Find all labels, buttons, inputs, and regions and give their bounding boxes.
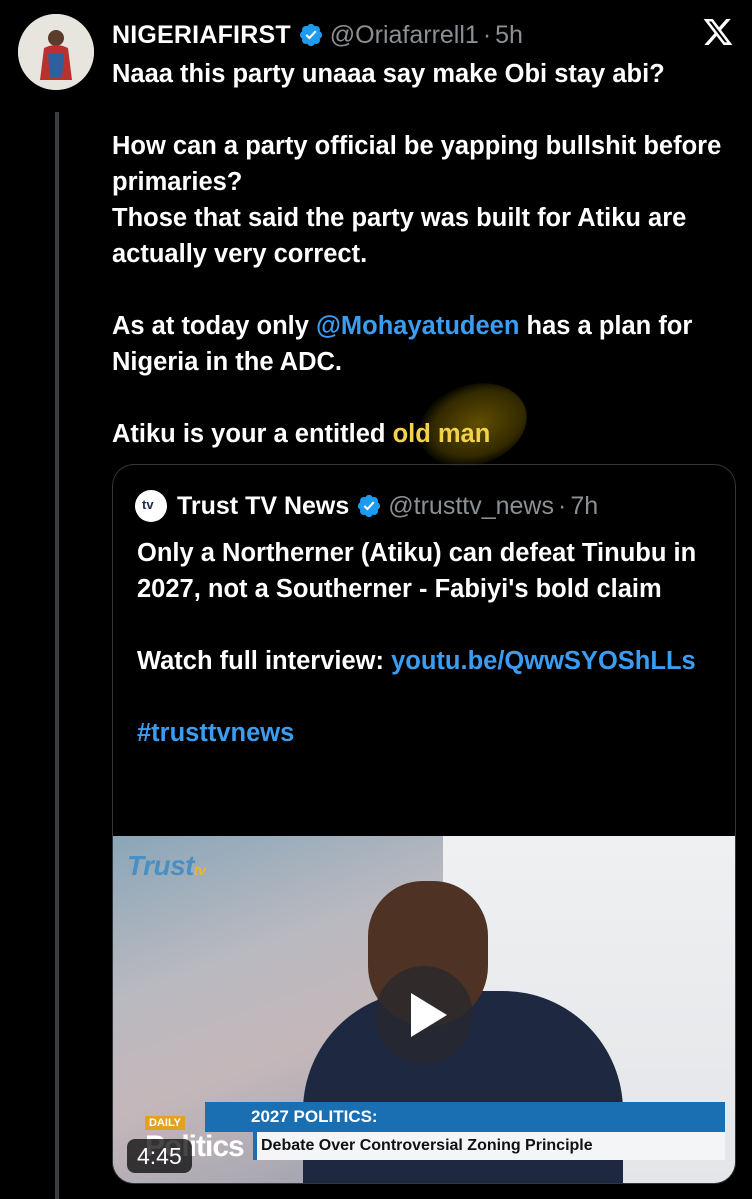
- youtube-link[interactable]: youtu.be/QwwSYOShLLs: [391, 647, 696, 675]
- tweet-header: NIGERIAFIRST @Oriafarrell1 · 5h: [112, 18, 523, 52]
- tweet-time[interactable]: 5h: [495, 21, 523, 50]
- quote-header: tv Trust TV News @trusttv_news · 7h: [135, 490, 598, 522]
- trusttv-logo-icon[interactable]: tv: [135, 490, 167, 522]
- mention-link[interactable]: @Mohayatudeen: [316, 312, 519, 340]
- separator-dot: ·: [482, 20, 492, 49]
- verified-badge-icon: [358, 494, 381, 518]
- tweet-line-5-pre: Atiku is your a entitled: [112, 420, 393, 448]
- quote-handle[interactable]: @trusttv_news: [388, 492, 554, 521]
- play-button[interactable]: [375, 966, 473, 1064]
- show-logo-small: DAILY: [145, 1116, 185, 1130]
- tweet-line-3: Those that said the party was built for …: [112, 204, 687, 268]
- video-duration: 4:45: [127, 1139, 192, 1173]
- separator-dot: ·: [557, 491, 567, 520]
- video-banner-top: 2027 POLITICS:: [205, 1102, 725, 1132]
- tweet-line-4: As at today only @Mohayatudeen has a pla…: [112, 308, 732, 380]
- quote-main-text: Only a Northerner (Atiku) can defeat Tin…: [137, 539, 697, 603]
- quoted-tweet[interactable]: tv Trust TV News @trusttv_news · 7h Only…: [112, 464, 736, 1184]
- video-banner-bottom: Debate Over Controversial Zoning Princip…: [253, 1132, 725, 1160]
- tweet-line-2: How can a party official be yapping bull…: [112, 132, 722, 196]
- tweet-line-1: Naaa this party unaaa say make Obi stay …: [112, 60, 665, 88]
- verified-badge-icon: [299, 23, 322, 47]
- author-handle[interactable]: @Oriafarrell1: [330, 21, 479, 50]
- quote-text: Only a Northerner (Atiku) can defeat Tin…: [137, 535, 717, 751]
- video-player[interactable]: Trusttv 2027 POLITICS: Debate Over Contr…: [113, 836, 735, 1183]
- video-brand-logo: Trusttv: [127, 850, 206, 881]
- watch-label: Watch full interview:: [137, 647, 392, 675]
- quote-watch-line: Watch full interview: youtu.be/QwwSYOShL…: [137, 643, 717, 679]
- highlighted-text: old man: [392, 420, 491, 448]
- quote-time[interactable]: 7h: [570, 492, 598, 521]
- tweet-line-5: Atiku is your a entitled old man: [112, 416, 732, 452]
- x-logo-icon[interactable]: [702, 16, 734, 48]
- thread-line: [55, 112, 59, 1199]
- author-avatar[interactable]: [18, 14, 94, 90]
- play-icon: [411, 993, 447, 1037]
- quote-author-name[interactable]: Trust TV News: [177, 492, 349, 521]
- tweet-line-4-pre: As at today only: [112, 312, 317, 340]
- hashtag-link[interactable]: #trusttvnews: [137, 715, 717, 751]
- tweet-text: Naaa this party unaaa say make Obi stay …: [112, 56, 732, 452]
- author-name[interactable]: NIGERIAFIRST: [112, 21, 291, 50]
